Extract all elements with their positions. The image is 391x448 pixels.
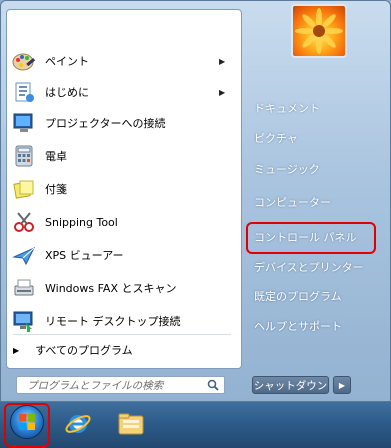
- shutdown-options-arrow-icon[interactable]: ▶: [333, 376, 351, 394]
- right-item-computer[interactable]: コンピューター: [254, 191, 331, 213]
- snipping-tool-icon: [11, 209, 37, 235]
- paint-icon: [11, 48, 37, 74]
- program-label: 付箋: [45, 183, 67, 196]
- fax-scan-icon: [11, 275, 37, 301]
- program-label: リモート デスクトップ接続: [45, 315, 181, 328]
- submenu-arrow-icon: ▶: [219, 87, 226, 97]
- taskbar: [0, 402, 391, 448]
- right-item-help-support[interactable]: ヘルプとサポート: [254, 315, 342, 337]
- program-paint[interactable]: ペイント ▶: [7, 46, 237, 76]
- program-snipping-tool[interactable]: Snipping Tool: [7, 207, 237, 237]
- sticky-notes-icon: [11, 176, 37, 202]
- program-remote-desktop[interactable]: リモート デスクトップ接続: [7, 306, 237, 336]
- right-item-music[interactable]: ミュージック: [254, 158, 320, 180]
- program-label: Windows FAX とスキャン: [45, 282, 177, 295]
- program-xps-viewer[interactable]: XPS ビューアー: [7, 240, 237, 270]
- divider: [13, 334, 231, 335]
- program-calculator[interactable]: 電卓: [7, 141, 237, 171]
- submenu-arrow-icon: ▶: [219, 56, 226, 66]
- flower-icon: [295, 8, 343, 54]
- program-label: 電卓: [45, 150, 67, 163]
- program-label: はじめに: [45, 86, 89, 99]
- search-box[interactable]: プログラムとファイルの検索: [16, 376, 225, 394]
- program-sticky-notes[interactable]: 付箋: [7, 174, 237, 204]
- user-picture[interactable]: [291, 4, 347, 58]
- program-label: プロジェクターへの接続: [45, 117, 166, 130]
- program-label: XPS ビューアー: [45, 249, 124, 262]
- search-input[interactable]: プログラムとファイルの検索: [17, 378, 205, 393]
- right-item-pictures[interactable]: ピクチャ: [254, 127, 298, 149]
- highlight-start-button: [4, 403, 50, 447]
- projector-icon: [11, 110, 37, 136]
- shutdown-button[interactable]: シャットダウン: [252, 376, 329, 394]
- getting-started-icon: [11, 79, 37, 105]
- right-item-documents[interactable]: ドキュメント: [254, 97, 320, 119]
- search-icon[interactable]: [205, 378, 221, 392]
- all-programs-label: すべてのプログラム: [35, 344, 133, 357]
- triangle-right-icon: ▶: [13, 345, 20, 355]
- highlight-control-panel: [246, 222, 376, 254]
- program-label: Snipping Tool: [45, 215, 118, 229]
- all-programs-button[interactable]: ▶ すべてのプログラム: [13, 340, 233, 360]
- program-getting-started[interactable]: はじめに ▶: [7, 77, 237, 107]
- explorer-folder-icon[interactable]: [114, 408, 148, 440]
- internet-explorer-icon[interactable]: [61, 408, 95, 440]
- remote-desktop-icon: [11, 308, 37, 334]
- xps-viewer-icon: [11, 242, 37, 268]
- right-item-devices-printers[interactable]: デバイスとプリンター: [254, 256, 364, 278]
- program-label: ペイント: [45, 55, 89, 68]
- program-projector[interactable]: プロジェクターへの接続: [7, 108, 237, 138]
- calculator-icon: [11, 143, 37, 169]
- program-fax-scan[interactable]: Windows FAX とスキャン: [7, 273, 237, 303]
- right-item-default-programs[interactable]: 既定のプログラム: [254, 285, 342, 307]
